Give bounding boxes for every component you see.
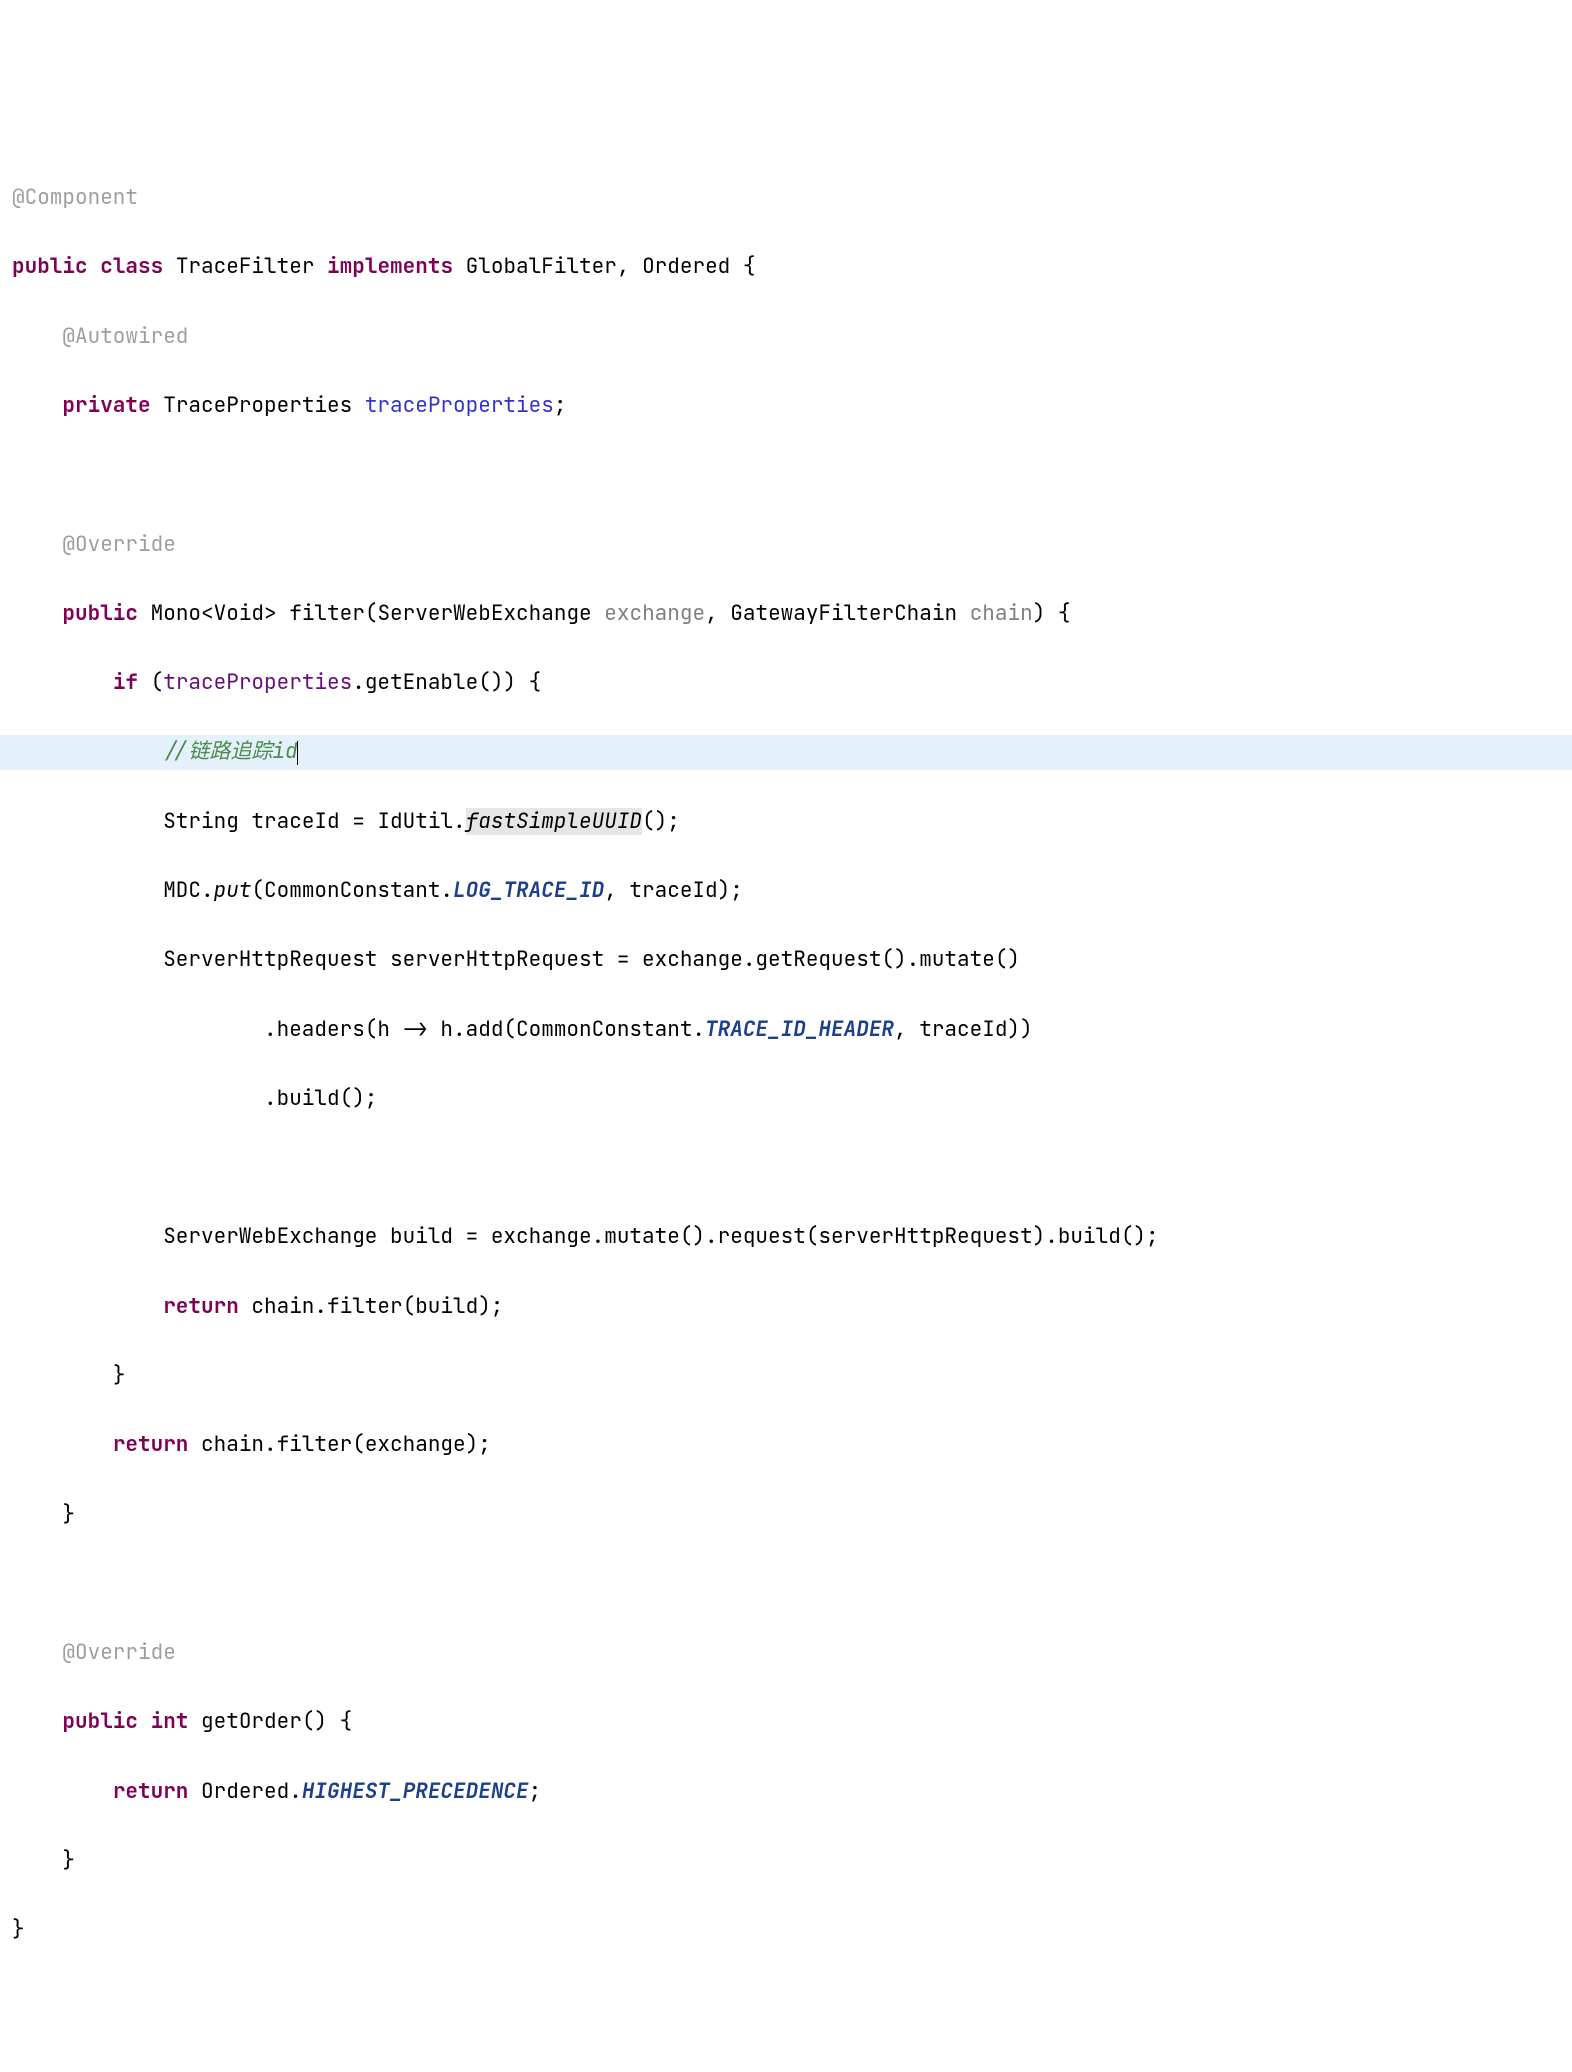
type-name: TraceProperties	[163, 392, 352, 419]
class-name: TraceFilter	[176, 253, 315, 280]
type-name: ServerHttpRequest	[163, 946, 377, 973]
keyword-return: return	[163, 1293, 239, 1320]
comment: //链路追踪id	[163, 738, 297, 765]
param-name: exchange	[604, 600, 705, 627]
annotation: @Override	[62, 531, 175, 558]
code-line: ServerWebExchange build = exchange.mutat…	[0, 1220, 1572, 1255]
param-type: ServerWebExchange	[377, 600, 591, 627]
keyword-return: return	[113, 1431, 189, 1458]
keyword-return: return	[113, 1778, 189, 1805]
local-var: build	[390, 1223, 453, 1250]
code-line	[0, 458, 1572, 493]
interface-name: GlobalFilter	[466, 253, 617, 280]
keyword-public: public	[62, 1708, 138, 1735]
code-line: return chain.filter(build);	[0, 1290, 1572, 1325]
punctuation: ;	[529, 1778, 542, 1805]
code-line: }	[0, 1498, 1572, 1533]
code-line: @Override	[0, 1636, 1572, 1671]
code-line: @Component	[0, 181, 1572, 216]
code-line: private TraceProperties traceProperties;	[0, 389, 1572, 424]
punctuation: (	[138, 669, 163, 696]
local-var: traceId	[251, 808, 339, 835]
keyword-if: if	[113, 669, 138, 696]
code-line: public int getOrder() {	[0, 1705, 1572, 1740]
text-cursor	[297, 741, 298, 765]
static-method: fastSimpleUUID	[466, 808, 642, 835]
method-call: .build();	[264, 1085, 377, 1112]
keyword-class: class	[100, 253, 163, 280]
method-name: getOrder() {	[188, 1708, 352, 1735]
interface-name: Ordered	[642, 253, 730, 280]
code-line	[0, 1151, 1572, 1186]
annotation: @Override	[62, 1639, 175, 1666]
code-line: public Mono<Void> filter(ServerWebExchan…	[0, 597, 1572, 632]
code-line: public class TraceFilter implements Glob…	[0, 250, 1572, 285]
keyword-implements: implements	[327, 253, 453, 280]
punctuation: ) {	[1033, 600, 1071, 627]
class-ref: MDC.	[163, 877, 213, 904]
param-type: GatewayFilterChain	[730, 600, 957, 627]
code-line: @Override	[0, 528, 1572, 563]
code-line: ServerHttpRequest serverHttpRequest = ex…	[0, 943, 1572, 978]
brace: }	[12, 1916, 25, 1943]
keyword-public: public	[62, 600, 138, 627]
keyword-int: int	[151, 1708, 189, 1735]
code-line: }	[0, 1913, 1572, 1948]
annotation: @Component	[12, 184, 138, 211]
type-name: ServerWebExchange	[163, 1223, 377, 1250]
static-method: put	[214, 877, 252, 904]
static-field: LOG_TRACE_ID	[453, 877, 604, 904]
code-line	[0, 1567, 1572, 1602]
punctuation: {	[730, 253, 755, 280]
keyword-private: private	[62, 392, 150, 419]
brace: }	[62, 1847, 75, 1874]
code-line: .headers(h -> h.add(CommonConstant.TRACE…	[0, 1013, 1572, 1048]
param-name: chain	[970, 600, 1033, 627]
punctuation: ();	[642, 808, 680, 835]
annotation: @Autowired	[62, 323, 188, 350]
punctuation: ,	[617, 253, 630, 280]
field-ref: traceProperties	[163, 669, 352, 696]
code-line-highlighted: //链路追踪id	[0, 735, 1572, 770]
code-line: @Autowired	[0, 320, 1572, 355]
static-field: TRACE_ID_HEADER	[705, 1016, 894, 1043]
code-line: return chain.filter(exchange);	[0, 1428, 1572, 1463]
code-line: return Ordered.HIGHEST_PRECEDENCE;	[0, 1775, 1572, 1810]
code-line: if (traceProperties.getEnable()) {	[0, 666, 1572, 701]
punctuation: ;	[554, 392, 567, 419]
code-line: MDC.put(CommonConstant.LOG_TRACE_ID, tra…	[0, 874, 1572, 909]
brace: }	[62, 1501, 75, 1528]
code-line: String traceId = IdUtil.fastSimpleUUID()…	[0, 805, 1572, 840]
return-type: Mono<Void>	[151, 600, 277, 627]
brace: }	[113, 1362, 126, 1389]
field-name: traceProperties	[365, 392, 554, 419]
code-editor[interactable]: @Component public class TraceFilter impl…	[0, 147, 1572, 1983]
code-line: .build();	[0, 1082, 1572, 1117]
method-call: .getEnable()) {	[352, 669, 541, 696]
static-field: HIGHEST_PRECEDENCE	[302, 1778, 529, 1805]
lambda-param: h	[377, 1016, 390, 1043]
code-line: }	[0, 1359, 1572, 1394]
type-name: String	[163, 808, 239, 835]
method-call: .headers(	[264, 1016, 377, 1043]
code-line: }	[0, 1844, 1572, 1879]
method-name: filter	[289, 600, 365, 627]
local-var: serverHttpRequest	[390, 946, 604, 973]
keyword-public: public	[12, 253, 88, 280]
